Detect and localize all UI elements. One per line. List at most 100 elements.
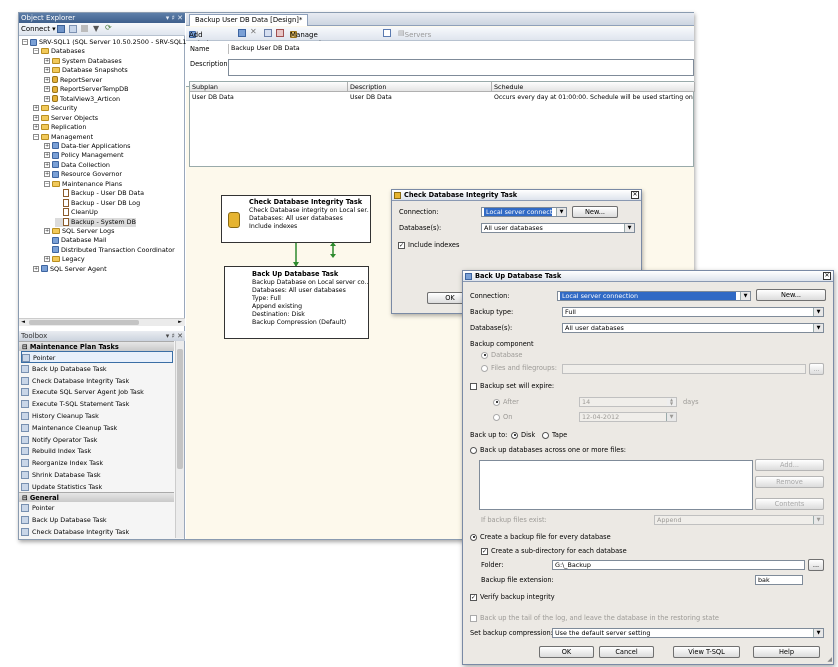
tree-node[interactable]: Backup - User DB Log — [55, 198, 140, 208]
tree-node[interactable]: + Data-tier Applications — [44, 142, 130, 151]
toolbox-item[interactable]: Shrink Database Task — [21, 469, 101, 481]
tab-backup-user-db-data[interactable]: Backup User DB Data [Design]* — [189, 14, 309, 26]
checkbox-unchecked[interactable] — [470, 382, 477, 390]
resize-grip-icon[interactable]: ◢ — [827, 656, 832, 663]
chevron-down-icon[interactable]: ▼ — [813, 629, 823, 637]
expire-checkbox[interactable]: Backup set will expire: — [470, 382, 554, 391]
tree-node[interactable]: + System Databases — [44, 57, 122, 66]
toolbox-item[interactable]: Pointer — [21, 502, 54, 514]
view-tsql-button[interactable]: View T-SQL — [673, 646, 740, 658]
tree-node[interactable]: + Data Collection — [44, 161, 110, 170]
column-header-subplan[interactable]: Subplan — [190, 82, 348, 92]
ok-button[interactable]: OK — [539, 646, 594, 658]
horizontal-scrollbar[interactable]: ◄ ► — [19, 318, 185, 326]
radio-unselected[interactable] — [470, 446, 477, 454]
collapse-icon[interactable]: − — [33, 48, 39, 55]
toolbox-item[interactable]: Back Up Database Task — [21, 514, 107, 526]
radio-unselected[interactable] — [493, 413, 500, 421]
toolbox-item[interactable]: Reorganize Index Task — [21, 457, 103, 469]
tree-node[interactable]: Distributed Transaction Coordinator — [44, 246, 175, 255]
chevron-down-icon[interactable]: ▼ — [666, 413, 676, 421]
report-icon[interactable] — [383, 29, 391, 37]
disk-radio[interactable]: Disk — [511, 431, 535, 440]
expand-icon[interactable]: + — [44, 142, 50, 149]
tree-node[interactable]: + Server Objects — [33, 114, 98, 123]
remove-file-button[interactable]: Remove — [755, 476, 824, 488]
tree-node[interactable]: Backup - User DB Data — [55, 189, 144, 198]
schedule-icon[interactable] — [276, 29, 284, 37]
backup-type-dropdown[interactable]: Full ▼ — [562, 307, 824, 317]
column-header-description[interactable]: Description — [348, 82, 492, 92]
tree-node[interactable]: − Management — [33, 133, 93, 142]
table-row[interactable]: User DB Data User DB Data Occurs every d… — [190, 93, 695, 103]
servers-button[interactable]: ▤ Servers ... — [398, 29, 431, 48]
spinner-arrows-icon[interactable]: ▲ ▼ — [667, 398, 676, 406]
collapse-icon[interactable]: − — [22, 39, 28, 45]
backup-files-list[interactable] — [479, 460, 753, 510]
close-icon[interactable]: ✕ — [631, 191, 639, 199]
delete-subplan-icon[interactable]: ✕ — [250, 27, 257, 36]
checkbox-unchecked[interactable] — [470, 614, 477, 622]
browse-files-button[interactable]: ... — [809, 363, 824, 375]
files-filegroups-field[interactable] — [562, 364, 806, 374]
new-connection-button[interactable]: New... — [756, 289, 826, 301]
scroll-thumb[interactable] — [177, 349, 183, 469]
expand-icon[interactable]: + — [33, 105, 39, 112]
expand-icon[interactable]: + — [44, 67, 50, 74]
compression-dropdown[interactable]: Use the default server setting ▼ — [552, 628, 824, 638]
tree-node[interactable]: Database Mail — [44, 236, 107, 245]
tree-node[interactable]: − Maintenance Plans — [44, 180, 122, 189]
expand-icon[interactable]: + — [44, 161, 50, 168]
collapse-icon[interactable]: − — [44, 180, 50, 187]
radio-unselected[interactable] — [542, 431, 549, 439]
tree-node[interactable]: − SRV-SQL1 (SQL Server 10.50.2500 - SRV-S… — [22, 38, 196, 47]
radio-selected[interactable] — [493, 398, 500, 406]
radio-selected[interactable] — [481, 351, 488, 359]
grid-icon[interactable] — [264, 29, 272, 37]
tail-log-checkbox[interactable]: Back up the tail of the log, and leave t… — [470, 614, 719, 623]
toolbox-item[interactable]: Execute T-SQL Statement Task — [21, 398, 129, 410]
tree-node[interactable]: + Database Snapshots — [44, 66, 128, 75]
pane-window-controls[interactable]: ▾ ♯ ✕ — [166, 13, 183, 23]
contents-button[interactable]: Contents — [755, 498, 824, 510]
toolbox-item[interactable]: Notify Operator Task — [21, 434, 97, 446]
expand-icon[interactable]: + — [44, 57, 50, 64]
toolbox-item[interactable]: Maintenance Cleanup Task — [21, 422, 117, 434]
manage-connections-button[interactable]: Manage Connections ... ▾ — [290, 29, 333, 57]
create-file-radio[interactable]: Create a backup file for every database — [470, 533, 611, 542]
tree-node[interactable]: + TotalView3_Articon — [44, 95, 120, 104]
disconnect-icon[interactable] — [69, 25, 77, 33]
expand-icon[interactable]: + — [44, 76, 50, 83]
toolbox-item[interactable]: Update Statistics Task — [21, 481, 102, 493]
vertical-scrollbar[interactable] — [175, 341, 184, 538]
expand-icon[interactable]: + — [44, 86, 50, 93]
subplan-properties-icon[interactable] — [238, 29, 246, 37]
tree-node[interactable]: + Replication — [33, 123, 86, 132]
toolbox-item[interactable]: Back Up Database Task — [21, 363, 107, 375]
expand-icon[interactable]: + — [44, 95, 50, 102]
component-files-radio[interactable]: Files and filegroups: — [481, 364, 557, 373]
after-radio[interactable]: After — [493, 398, 519, 407]
include-indexes-checkbox[interactable]: ✓ Include indexes — [398, 241, 459, 250]
verify-checkbox[interactable]: ✓ Verify backup integrity — [470, 593, 555, 602]
extension-field[interactable]: bak — [755, 575, 803, 585]
folder-field[interactable]: G:\_Backup — [552, 560, 805, 570]
connect-button[interactable]: Connect ▾ — [21, 25, 56, 34]
radio-selected[interactable] — [470, 533, 477, 541]
tape-radio[interactable]: Tape — [542, 431, 567, 440]
connection-dropdown[interactable]: Local server connection ▼ — [557, 291, 751, 301]
on-radio[interactable]: On — [493, 413, 512, 422]
on-date-picker[interactable]: 12-04-2012 ▼ — [579, 412, 677, 422]
expand-icon[interactable]: + — [33, 114, 39, 121]
toolbox-group-general[interactable]: ⊟ General — [19, 492, 174, 502]
expand-icon[interactable]: + — [44, 152, 50, 159]
chevron-down-icon[interactable]: ▼ — [624, 224, 634, 232]
add-file-button[interactable]: Add... — [755, 459, 824, 471]
help-button[interactable]: Help — [753, 646, 820, 658]
tree-node[interactable]: + Policy Management — [44, 151, 124, 160]
tree-node[interactable]: + ReportServerTempDB — [44, 85, 128, 94]
close-icon[interactable]: ✕ — [823, 272, 831, 280]
across-files-radio[interactable]: Back up databases across one or more fil… — [470, 446, 626, 455]
collapse-icon[interactable]: − — [33, 133, 39, 140]
scroll-left-arrow[interactable]: ◄ — [19, 319, 27, 326]
